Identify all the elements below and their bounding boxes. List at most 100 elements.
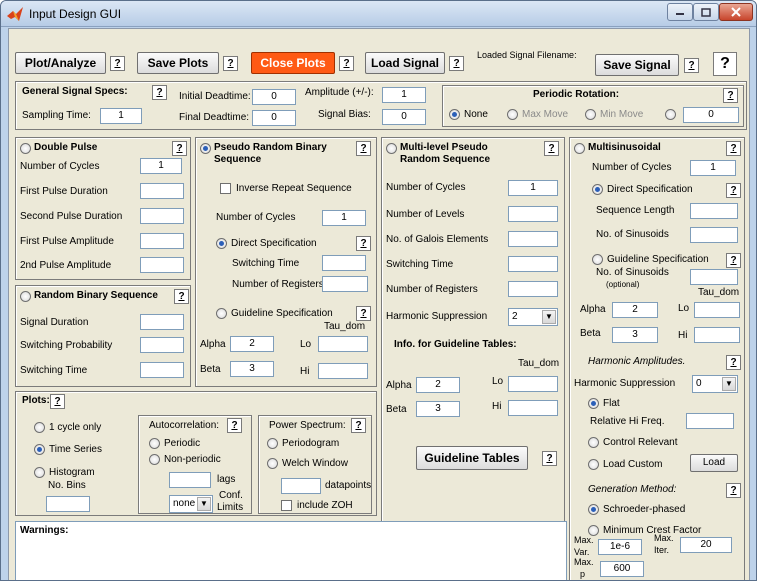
ac-non-periodic-radio[interactable]	[149, 454, 160, 465]
ac-lags-input[interactable]	[169, 472, 211, 488]
ms-cycles-input[interactable]: 1	[690, 160, 736, 176]
help-button[interactable]: ?	[726, 483, 741, 498]
load-signal-button[interactable]: Load Signal	[365, 52, 445, 74]
prbs-beta-input[interactable]: 3	[230, 361, 274, 377]
plot-analyze-button[interactable]: Plot/Analyze	[15, 52, 106, 74]
save-plots-button[interactable]: Save Plots	[137, 52, 219, 74]
minimize-button[interactable]	[667, 3, 693, 21]
guideline-tables-button[interactable]: Guideline Tables	[416, 446, 528, 470]
warnings-box[interactable]: Warnings:	[15, 521, 567, 580]
include-zoh-checkbox[interactable]	[281, 500, 292, 511]
histogram-radio[interactable]	[34, 467, 45, 478]
ml-levels-input[interactable]	[508, 206, 558, 222]
ms-no-sinusoids-input[interactable]	[690, 227, 738, 243]
prbs-lo-input[interactable]	[318, 336, 368, 352]
ml-alpha-input[interactable]: 2	[416, 377, 460, 393]
multilevel-radio[interactable]	[386, 143, 397, 154]
ms-relative-hi-input[interactable]	[686, 413, 734, 429]
ml-galois-input[interactable]	[508, 231, 558, 247]
help-button[interactable]: ?	[223, 56, 238, 71]
help-button[interactable]: ?	[351, 418, 366, 433]
welch-datapoints-input[interactable]	[281, 478, 321, 494]
help-button[interactable]: ?	[227, 418, 242, 433]
ms-harmonic-select[interactable]: 0 ▼	[692, 375, 738, 393]
prbs-direct-radio[interactable]	[216, 238, 227, 249]
help-button[interactable]: ?	[356, 236, 371, 251]
help-button[interactable]: ?	[50, 394, 65, 409]
welch-radio[interactable]	[267, 458, 278, 469]
ms-beta-input[interactable]: 3	[612, 327, 658, 343]
help-button[interactable]: ?	[723, 88, 738, 103]
rotation-max-move-radio[interactable]	[507, 109, 518, 120]
rotation-none-radio[interactable]	[449, 109, 460, 120]
ml-hi-input[interactable]	[508, 400, 558, 416]
help-button[interactable]: ?	[726, 141, 741, 156]
initial-deadtime-input[interactable]: 0	[252, 89, 296, 105]
amplitude-input[interactable]: 1	[382, 87, 426, 103]
time-series-radio[interactable]	[34, 444, 45, 455]
no-bins-input[interactable]	[46, 496, 90, 512]
periodogram-radio[interactable]	[267, 438, 278, 449]
help-button[interactable]: ?	[726, 253, 741, 268]
rb-switching-time-input[interactable]	[140, 362, 184, 378]
help-button[interactable]: ?	[356, 306, 371, 321]
random-binary-radio[interactable]	[20, 291, 31, 302]
help-button[interactable]: ?	[726, 355, 741, 370]
ms-max-var-input[interactable]: 1e-6	[598, 539, 642, 555]
ms-load-button[interactable]: Load	[690, 454, 738, 472]
ms-schroeder-radio[interactable]	[588, 504, 599, 515]
ml-harmonic-select[interactable]: 2 ▼	[508, 308, 558, 326]
rotation-min-move-radio[interactable]	[585, 109, 596, 120]
prbs-radio[interactable]	[200, 143, 211, 154]
close-window-button[interactable]	[719, 3, 753, 21]
ms-direct-radio[interactable]	[592, 184, 603, 195]
rotation-value-input[interactable]: 0	[683, 107, 739, 123]
help-button[interactable]: ?	[339, 56, 354, 71]
ml-cycles-input[interactable]: 1	[508, 180, 558, 196]
rb-signal-duration-input[interactable]	[140, 314, 184, 330]
ml-lo-input[interactable]	[508, 376, 558, 392]
help-button[interactable]: ?	[110, 56, 125, 71]
help-button[interactable]: ?	[544, 141, 559, 156]
ms-max-iter-input[interactable]: 20	[680, 537, 732, 553]
prbs-alpha-input[interactable]: 2	[230, 336, 274, 352]
double-pulse-radio[interactable]	[20, 143, 31, 154]
prbs-guideline-radio[interactable]	[216, 308, 227, 319]
signal-bias-input[interactable]: 0	[382, 109, 426, 125]
help-button[interactable]: ?	[684, 58, 699, 73]
prbs-hi-input[interactable]	[318, 363, 368, 379]
dp-first-duration-input[interactable]	[140, 183, 184, 199]
ms-alpha-input[interactable]: 2	[612, 302, 658, 318]
sampling-time-input[interactable]: 1	[100, 108, 142, 124]
ml-registers-input[interactable]	[508, 281, 558, 297]
maximize-button[interactable]	[693, 3, 719, 21]
ac-periodic-radio[interactable]	[149, 438, 160, 449]
ml-switching-time-input[interactable]	[508, 256, 558, 272]
help-button[interactable]: ?	[174, 289, 189, 304]
help-button[interactable]: ?	[152, 85, 167, 100]
help-button[interactable]: ?	[449, 56, 464, 71]
close-plots-button[interactable]: Close Plots	[251, 52, 335, 74]
ms-load-custom-radio[interactable]	[588, 459, 599, 470]
dp-second-duration-input[interactable]	[140, 208, 184, 224]
ms-flat-radio[interactable]	[588, 398, 599, 409]
help-button[interactable]: ?	[172, 141, 187, 156]
dp-second-amplitude-input[interactable]	[140, 257, 184, 273]
help-button[interactable]: ?	[542, 451, 557, 466]
ms-max-p-input[interactable]: 600	[600, 561, 644, 577]
dp-cycles-input[interactable]: 1	[140, 158, 182, 174]
inverse-repeat-checkbox[interactable]	[220, 183, 231, 194]
conf-limits-select[interactable]: none ▼	[169, 495, 213, 513]
multisine-radio[interactable]	[574, 143, 585, 154]
prbs-switching-time-input[interactable]	[322, 255, 366, 271]
ms-no-sinusoids2-input[interactable]	[690, 269, 738, 285]
prbs-cycles-input[interactable]: 1	[322, 210, 366, 226]
dp-first-amplitude-input[interactable]	[140, 233, 184, 249]
ms-seq-length-input[interactable]	[690, 203, 738, 219]
ml-beta-input[interactable]: 3	[416, 401, 460, 417]
help-button[interactable]: ?	[356, 141, 371, 156]
final-deadtime-input[interactable]: 0	[252, 110, 296, 126]
rotation-custom-radio[interactable]	[665, 109, 676, 120]
help-button[interactable]: ?	[726, 183, 741, 198]
prbs-registers-input[interactable]	[322, 276, 368, 292]
